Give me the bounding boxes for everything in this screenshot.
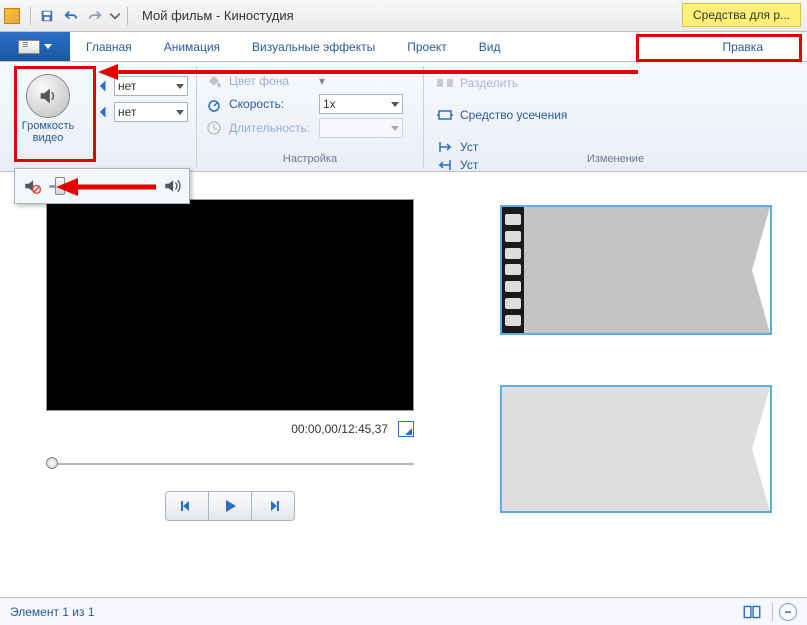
fade-out-combo[interactable]: нет [114, 102, 188, 122]
tab-edit[interactable]: Правка [678, 32, 807, 61]
set-start-label: Уст [460, 140, 478, 154]
separator [30, 7, 31, 25]
next-frame-button[interactable] [251, 491, 295, 521]
group-label-change: Изменение [424, 153, 807, 165]
seek-bar[interactable] [46, 461, 414, 467]
file-icon [18, 40, 40, 54]
tab-main[interactable]: Главная [70, 32, 148, 61]
timecode-text: 00:00,00/12:45,37 [291, 422, 388, 436]
app-icon [4, 8, 20, 24]
redo-icon[interactable] [85, 6, 105, 26]
dropdown-icon [176, 110, 184, 115]
trim-tool-label: Средство усечения [460, 108, 567, 122]
fade-out-value: нет [118, 105, 136, 119]
timeline-clip-2[interactable] [500, 385, 772, 513]
fullscreen-icon[interactable] [398, 421, 414, 437]
video-preview [46, 199, 414, 411]
duration-combo [319, 118, 403, 138]
contextual-tools-tab[interactable]: Средства для р... [682, 3, 801, 27]
film-strip-icon [502, 207, 524, 333]
dropdown-icon [391, 102, 399, 107]
speed-combo[interactable]: 1x [319, 94, 403, 114]
timeline-clip-1[interactable] [500, 205, 772, 335]
play-button[interactable] [208, 491, 252, 521]
separator [127, 7, 128, 25]
tab-view[interactable]: Вид [463, 32, 517, 61]
speaker-max-icon [163, 177, 181, 195]
titlebar: Мой фильм - Киностудия Средства для р... [0, 0, 807, 32]
video-volume-button[interactable]: Громкость видео [8, 68, 88, 144]
fade-out-icon [92, 103, 110, 121]
annotation-arrow-1 [98, 62, 638, 82]
save-icon[interactable] [37, 6, 57, 26]
file-menu-button[interactable] [0, 32, 70, 61]
content-area: 00:00,00/12:45,37 [0, 175, 807, 595]
dropdown-icon [391, 126, 399, 131]
undo-icon[interactable] [61, 6, 81, 26]
zoom-out-button[interactable]: − [779, 603, 797, 621]
status-bar: Элемент 1 из 1 − [0, 597, 807, 625]
playback-controls [46, 491, 414, 521]
mute-icon[interactable] [23, 177, 41, 195]
tab-effects[interactable]: Визуальные эффекты [236, 32, 391, 61]
clock-icon [205, 119, 223, 137]
speed-value: 1x [323, 97, 336, 111]
preview-pane: 00:00,00/12:45,37 [0, 175, 480, 595]
status-item-count: Элемент 1 из 1 [10, 605, 95, 619]
trim-tool-button[interactable]: Средство усечения [436, 108, 567, 122]
speed-icon [205, 95, 223, 113]
video-volume-label: Громкость видео [8, 120, 88, 144]
duration-label: Длительность: [229, 121, 313, 135]
speaker-icon [26, 74, 70, 118]
prev-frame-button[interactable] [165, 491, 209, 521]
seek-thumb[interactable] [46, 457, 58, 469]
dropdown-icon [44, 44, 52, 49]
view-mode-icon[interactable] [742, 602, 762, 622]
group-label-settings: Настройка [197, 153, 423, 165]
tab-animation[interactable]: Анимация [148, 32, 236, 61]
qat-dropdown-icon[interactable] [109, 6, 121, 26]
set-start-button[interactable]: Уст [436, 140, 478, 154]
tab-project[interactable]: Проект [391, 32, 463, 61]
dropdown-icon [176, 84, 184, 89]
annotation-arrow-2 [56, 176, 156, 198]
window-title: Мой фильм - Киностудия [142, 8, 294, 23]
speed-label: Скорость: [229, 97, 313, 111]
ribbon-tabs: Главная Анимация Визуальные эффекты Прое… [0, 32, 807, 62]
timeline-pane [480, 175, 807, 595]
